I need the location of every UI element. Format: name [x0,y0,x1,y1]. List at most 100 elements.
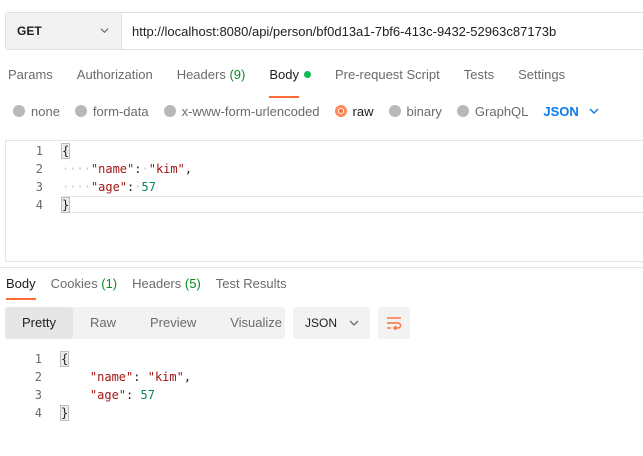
radio-circle [456,105,469,117]
view-mode-group: Pretty Raw Preview Visualize [5,307,285,339]
code-line: 2 ····"name":·"kim", [6,160,643,178]
radio-label: raw [352,103,374,119]
tab-label: Authorization [76,67,153,82]
radio-none[interactable]: none [13,104,60,119]
radio-raw[interactable]: raw [334,103,374,119]
radio-graphql[interactable]: GraphQL [456,103,529,119]
tab-pre-request-script[interactable]: Pre-request Script [335,66,440,86]
code-line: 4 } [5,404,640,422]
whitespace-dots: ···· [62,180,91,194]
response-format-select[interactable]: JSON [293,307,370,339]
wrap-lines-icon [387,317,402,330]
line-number: 2 [34,370,42,384]
response-body-viewer[interactable]: 1 { 2 "name": "kim", 3 "age": 57 4 } [5,350,640,422]
tab-label: Cookies [50,276,98,291]
code-line: 1 { [6,142,643,160]
line-number: 3 [35,180,43,194]
tab-label: Tests [463,67,495,82]
whitespace-dots: ···· [62,162,91,176]
line-number: 1 [35,144,43,158]
body-language-select[interactable]: JSON [543,103,599,119]
brace-close: } [60,197,71,213]
radio-circle [163,105,176,117]
json-key: "age" [90,180,128,194]
radio-label: GraphQL [474,103,529,119]
code-line: 1 { [5,350,640,368]
tab-label: Pre-request Script [334,67,440,82]
json-number-value: 57 [140,388,155,402]
code-lines: 1 { 2 ····"name":·"kim", 3 ····"age":·57… [6,142,643,214]
tab-headers[interactable]: Headers (9) [177,66,246,86]
tab-label: Params [8,67,53,82]
request-body-editor[interactable]: 1 { 2 ····"name":·"kim", 3 ····"age":·57… [5,140,643,262]
radio-label: binary [406,103,442,119]
code-line: 2 "name": "kim", [5,368,640,386]
tab-cookies[interactable]: Cookies (1) [51,276,117,296]
tab-count: (9) [229,67,246,82]
radio-label: x-www-form-urlencoded [181,103,320,119]
json-key: "age" [89,388,127,402]
radio-circle [13,105,25,117]
whitespace-dots: · [134,180,142,194]
radio-form-data[interactable]: form-data [74,103,149,119]
brace-close: } [59,405,70,421]
format-label: JSON [305,316,338,330]
tab-label: Body [6,276,36,291]
active-tab-underline [6,298,36,300]
view-preview-button[interactable]: Preview [133,307,213,339]
language-label: JSON [543,103,579,119]
json-string-value: "kim" [147,370,184,384]
tab-count: (5) [184,276,201,291]
chevron-down-icon [100,28,109,34]
json-key: "name" [90,162,135,176]
radio-circle [388,105,401,117]
view-visualize-button[interactable]: Visualize [213,307,299,339]
radio-label: form-data [92,103,149,119]
tab-label: Headers [176,67,226,82]
line-number: 3 [34,388,42,402]
json-key: "name" [89,370,134,384]
url-text: http://localhost:8080/api/person/bf0d13a… [132,23,557,39]
request-tabs: Params Authorization Headers (9) Body Pr… [8,66,589,98]
radio-binary[interactable]: binary [388,103,442,119]
whitespace-dots: · [141,162,149,176]
line-number: 2 [35,162,43,176]
tab-label: Headers [132,276,182,291]
body-indicator-dot [303,71,311,78]
radio-x-www-form-urlencoded[interactable]: x-www-form-urlencoded [163,103,320,119]
json-string-value: "kim" [148,162,185,176]
line-number: 4 [35,198,43,212]
tab-body[interactable]: Body [269,66,311,98]
pane-divider[interactable] [0,267,643,268]
tab-count: (1) [101,276,118,291]
url-input[interactable]: http://localhost:8080/api/person/bf0d13a… [122,13,643,49]
json-number-value: 57 [141,180,156,194]
tab-params[interactable]: Params [8,66,53,86]
radio-circle [74,105,87,117]
tab-authorization[interactable]: Authorization [77,66,153,86]
method-label: GET [17,24,42,38]
tab-tests[interactable]: Tests [464,66,494,86]
tab-test-results[interactable]: Test Results [216,276,287,296]
tab-response-body[interactable]: Body [6,276,36,300]
active-tab-underline [269,96,299,98]
brace-open: { [59,351,70,367]
response-tabs: Body Cookies (1) Headers (5) Test Result… [6,276,302,300]
view-raw-button[interactable]: Raw [73,307,133,339]
tab-label: Settings [518,67,566,82]
code-line: 4 } [6,196,643,214]
request-url-bar: GET http://localhost:8080/api/person/bf0… [5,12,643,50]
method-select[interactable]: GET [6,13,122,49]
view-pretty-button[interactable]: Pretty [5,307,73,339]
tab-response-headers[interactable]: Headers (5) [132,276,201,296]
line-number: 4 [34,406,42,420]
tab-settings[interactable]: Settings [518,66,565,86]
tab-label: Test Results [215,276,287,291]
wrap-lines-button[interactable] [378,307,410,339]
radio-label: none [31,103,60,119]
radio-circle-checked [334,105,347,117]
brace-open: { [60,143,71,159]
code-line: 3 "age": 57 [5,386,640,404]
tab-label: Body [269,67,299,82]
body-type-selector: none form-data x-www-form-urlencoded raw… [13,102,599,120]
